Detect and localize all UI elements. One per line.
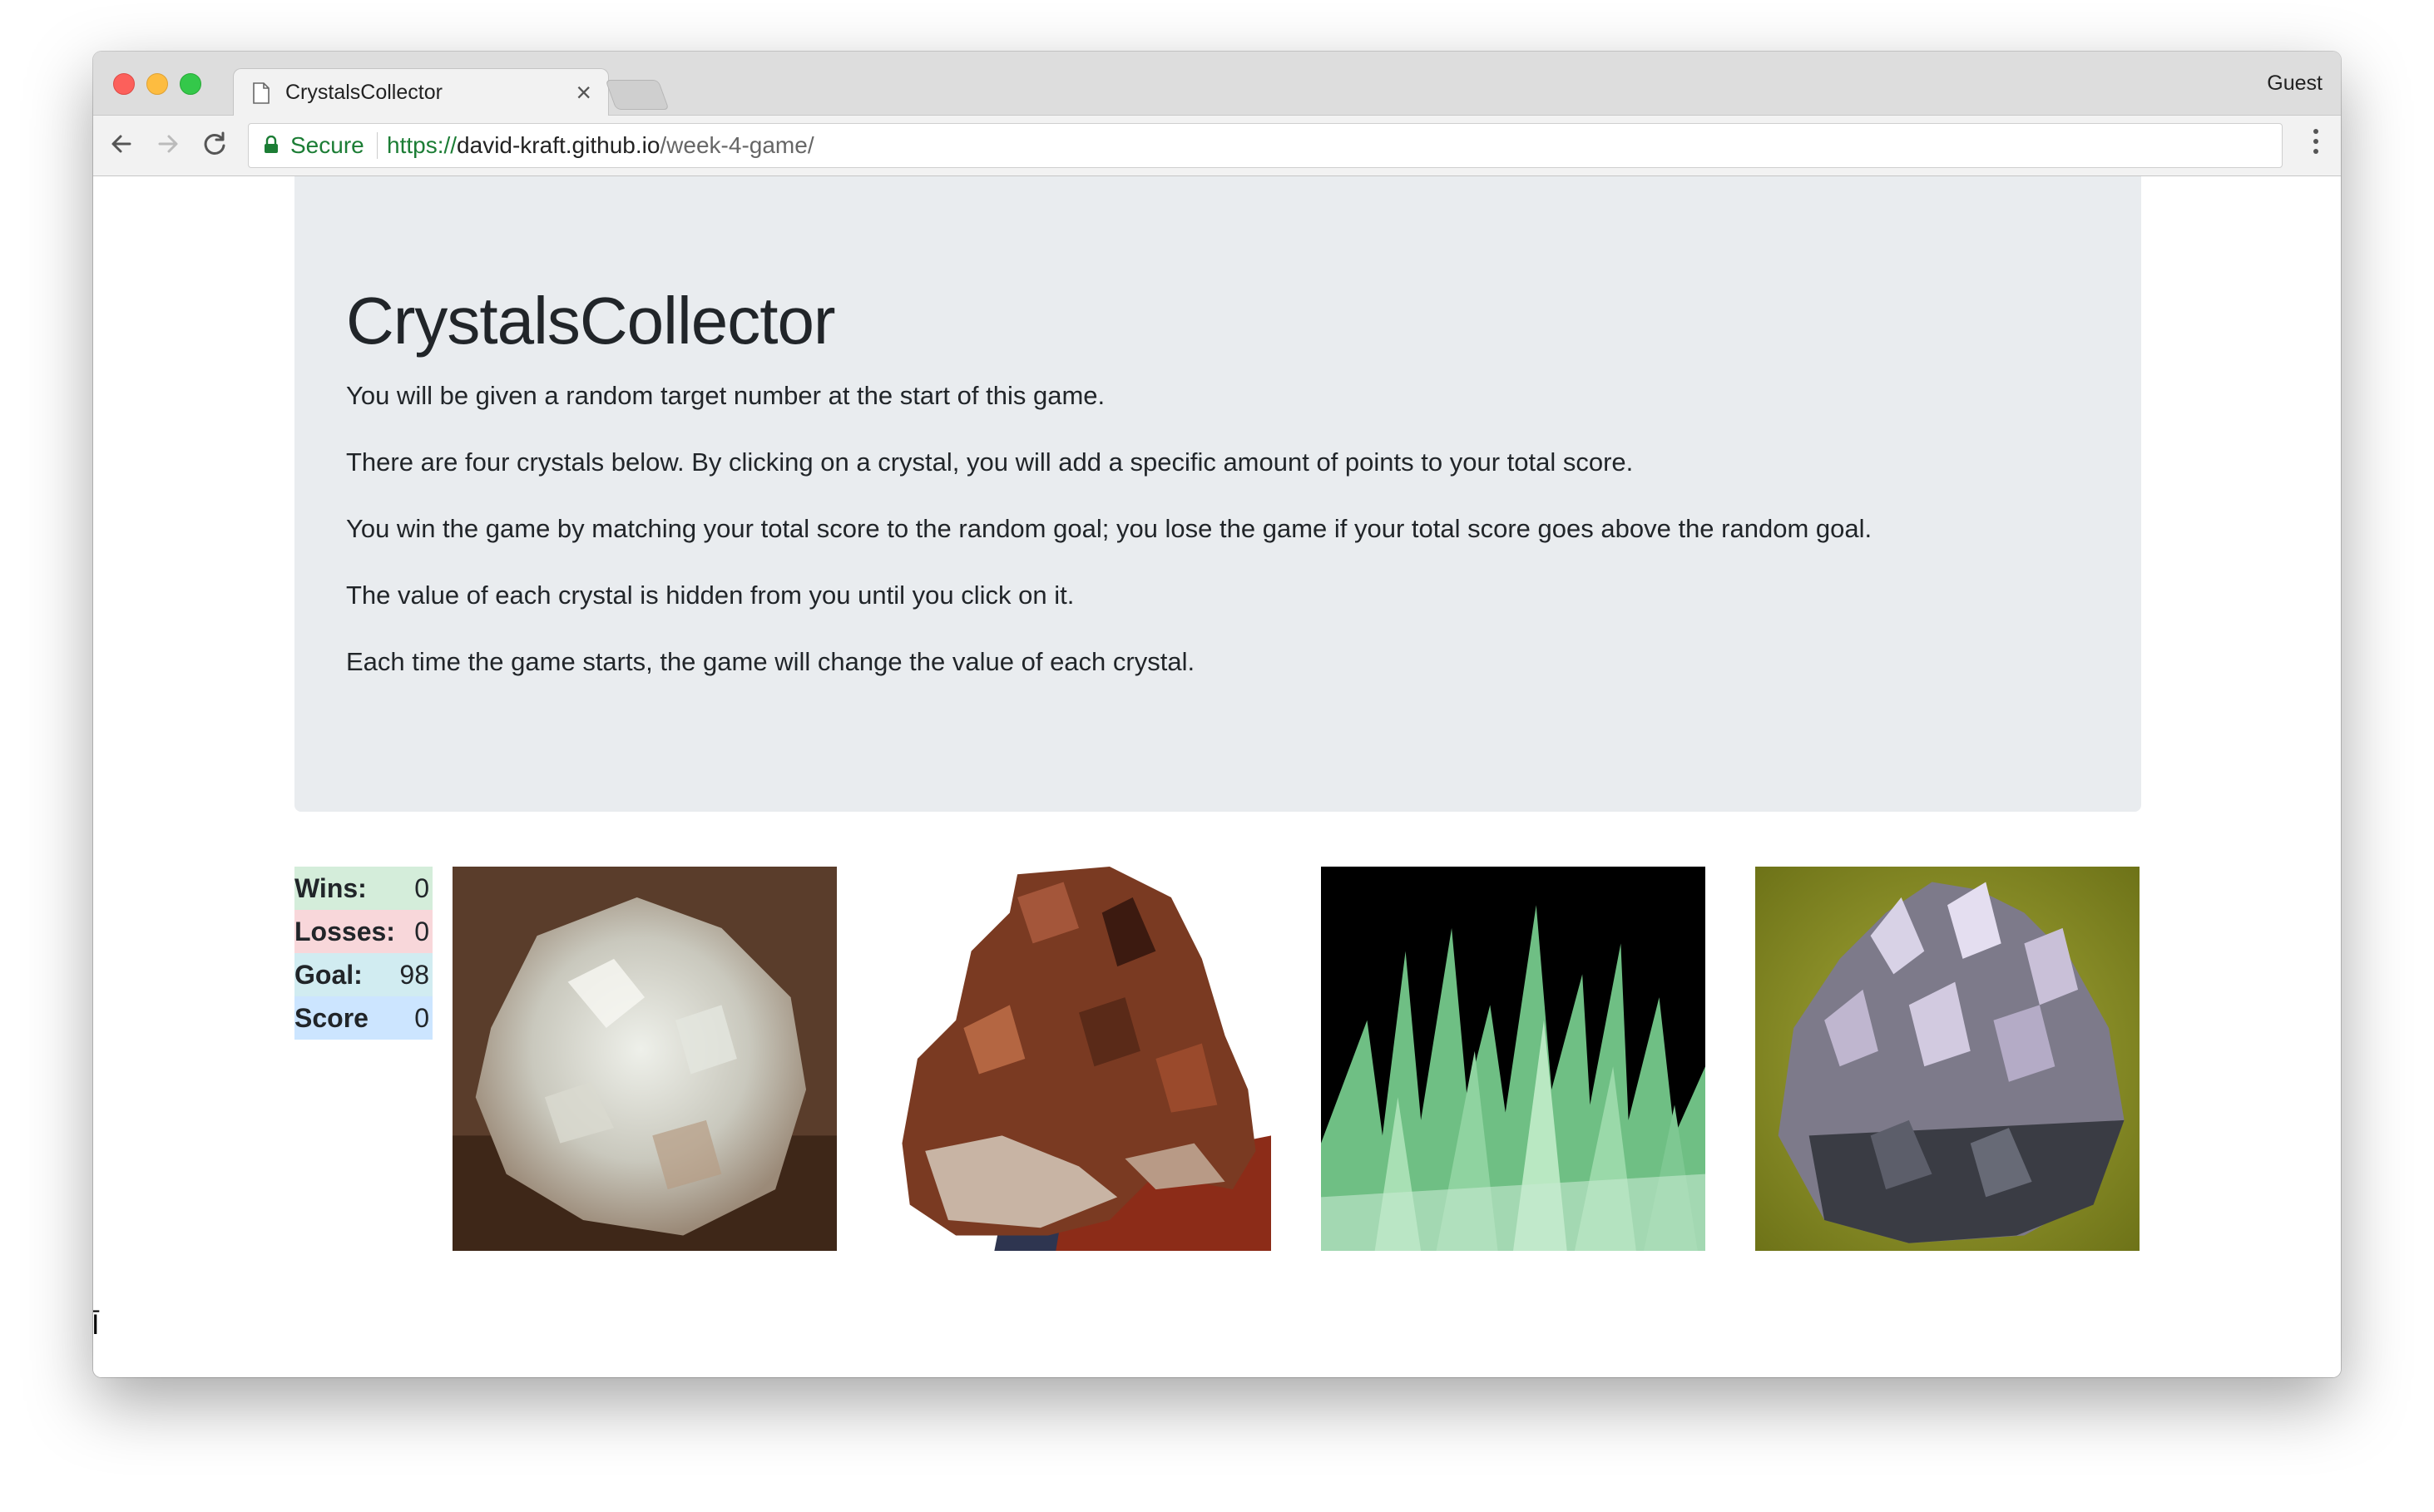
url-text[interactable]: https://david-kraft.github.io/week-4-gam… [387,132,814,159]
back-button[interactable] [105,127,138,161]
crystal-button-1[interactable] [453,867,837,1251]
close-tab-icon[interactable]: × [576,77,591,108]
arrow-right-icon [158,135,178,153]
minimize-window-button[interactable] [146,73,168,95]
instruction-paragraph: The value of each crystal is hidden from… [346,581,1075,610]
score-value: 0 [414,1002,429,1033]
crystal-button-3[interactable] [1321,867,1705,1251]
losses-value: 0 [414,916,429,946]
zoom-window-button[interactable] [180,73,201,95]
kebab-menu-icon[interactable] [2311,129,2321,162]
reload-button[interactable] [198,127,231,161]
intro-jumbotron: CrystalsCollector You will be given a ra… [294,176,2141,812]
browser-toolbar: Secure https://david-kraft.github.io/wee… [93,116,2341,176]
losses-row: Losses: 0 [294,910,433,953]
secure-label: Secure [290,132,364,158]
crystal-image-brown-cluster [887,867,1271,1251]
score-row: Score 0 [294,996,433,1040]
crystal-image-amethyst-cluster [1755,867,2140,1251]
tab-crystalscollector[interactable]: CrystalsCollector × [233,68,609,117]
arrow-left-icon [111,135,131,153]
page-viewport: CrystalsCollector You will be given a ra… [93,176,2341,1377]
instruction-paragraph: Each time the game starts, the game will… [346,647,1195,676]
page-title: CrystalsCollector [346,284,836,358]
reload-icon [204,131,225,155]
goal-value: 98 [399,959,429,990]
document-icon [253,82,270,104]
url-scheme: https:// [387,132,458,158]
instruction-paragraph: You will be given a random target number… [346,381,1106,410]
tab-title: CrystalsCollector [285,81,443,104]
goal-label: Goal: [294,959,363,990]
close-window-button[interactable] [113,73,135,95]
instruction-paragraph: You win the game by matching your total … [346,514,1872,543]
losses-label: Losses: [294,916,395,946]
score-label: Score [294,1002,369,1033]
wins-value: 0 [414,872,429,903]
address-separator [377,132,378,159]
crystal-button-2[interactable] [887,867,1271,1251]
address-bar[interactable]: Secure https://david-kraft.github.io/wee… [248,123,2283,168]
url-host: david-kraft.github.io [457,132,660,158]
wins-row: Wins: 0 [294,867,433,910]
wins-label: Wins: [294,872,367,903]
profile-button[interactable]: Guest [2267,72,2323,96]
crystal-button-4[interactable] [1755,867,2140,1251]
tab-strip: CrystalsCollector × Guest [93,52,2341,117]
goal-row: Goal: 98 [294,953,433,996]
url-path: /week-4-game/ [660,132,814,158]
text-cursor-icon: Ī [93,1309,100,1341]
instruction-paragraph: There are four crystals below. By clicki… [346,447,1634,477]
lock-icon [265,136,278,153]
crystal-image-white-quartz [453,867,837,1251]
scoreboard: Wins: 0 Losses: 0 Goal: 98 Score 0 [294,867,433,1040]
new-tab-button[interactable] [605,80,670,110]
browser-window: CrystalsCollector × Guest Secure https:/… [93,52,2341,1377]
crystal-image-green-spikes [1321,867,1705,1251]
forward-button[interactable] [151,127,185,161]
